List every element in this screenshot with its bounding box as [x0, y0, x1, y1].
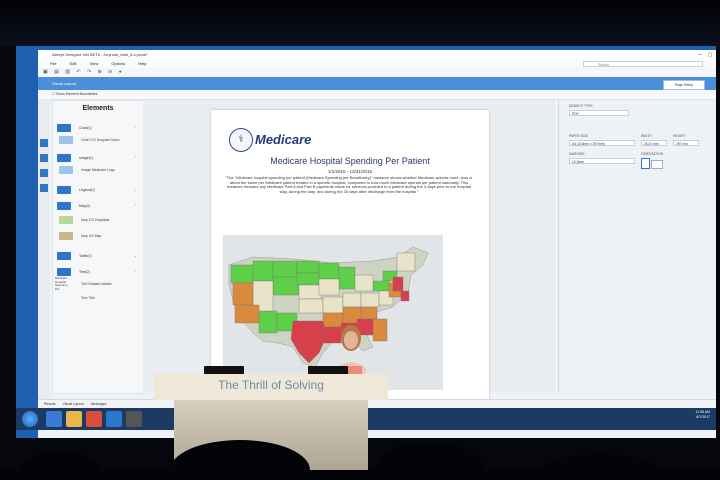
element-group-image[interactable]: Image(1) ⌃ [57, 153, 139, 163]
margins-label: MARGINS [569, 152, 585, 156]
chart-thumb-icon [59, 136, 73, 144]
medicare-logo-text: Medicare [255, 132, 312, 147]
tab-visual-layout[interactable]: Visual Layout [63, 402, 84, 406]
width-field[interactable]: 210.0 mm [641, 140, 667, 146]
logo-thumb-icon [59, 166, 73, 174]
width-label: WIDTH [641, 134, 652, 138]
image-icon [57, 154, 71, 162]
report-title[interactable]: Medicare Hospital Spending Per Patient [211, 156, 489, 166]
density-type-label: DENSITY TYPE [569, 104, 593, 108]
map-thumb-icon [59, 232, 73, 240]
map-icon [57, 202, 71, 210]
zoom-in-icon[interactable]: ⊕ [98, 69, 102, 75]
alteryx-icon[interactable] [106, 411, 122, 427]
show-boundaries-label: Show Element Boundaries [56, 92, 98, 96]
properties-panel: DENSITY TYPE PDF PAPER SIZE A4 (210mm x … [558, 100, 716, 392]
page-setup-button[interactable]: Page Setup [663, 80, 705, 90]
element-group-legend[interactable]: Legend(1) ⌄ [57, 185, 139, 195]
search-input[interactable]: Search [583, 61, 703, 67]
boundaries-bar: ☐ Show Element Boundaries [38, 90, 716, 100]
checkbox-icon[interactable]: ☐ [52, 92, 55, 96]
side-label: Medicare Hospital Spending Per [55, 276, 68, 291]
element-item[interactable]: Map CO Hospitals [59, 215, 139, 225]
tool-icon[interactable] [40, 184, 48, 192]
element-group-table[interactable]: Table(4) ⌄ [57, 251, 139, 261]
clock-date: 6/7/2017 [696, 415, 710, 419]
menu-options[interactable]: Options [111, 61, 125, 66]
table-icon [57, 252, 71, 260]
height-label: HEIGHT [673, 134, 686, 138]
portrait-icon[interactable] [641, 158, 650, 169]
legend-icon [57, 186, 71, 194]
elements-panel: Elements Chart(1) ⌃ Chart CO Hospital Sco… [52, 100, 144, 394]
app-icon[interactable] [126, 411, 142, 427]
tool-icon[interactable] [40, 154, 48, 162]
paper-size-select[interactable]: A4 (210mm x 297mm) [569, 140, 635, 146]
save-icon[interactable]: ▥ [65, 69, 70, 75]
element-item[interactable]: Text Dataset details [59, 279, 139, 289]
element-group-chart[interactable]: Chart(1) ⌃ [57, 123, 139, 133]
system-tray[interactable]: 11:58 AM 6/7/2017 [640, 410, 710, 420]
window-title: Alteryx Designer x64 BETA - Keynote_blah… [52, 52, 148, 57]
open-icon[interactable]: ▤ [54, 69, 59, 75]
element-item[interactable]: Text Title [59, 293, 139, 303]
visual-layout-ribbon: Visual Layout Page Setup [38, 77, 716, 90]
tool-icon[interactable] [40, 169, 48, 177]
chrome-icon[interactable] [86, 411, 102, 427]
tab-messages[interactable]: Messages [91, 402, 107, 406]
element-group-text[interactable]: Text(2) ⌃ [57, 267, 139, 277]
menu-view[interactable]: View [90, 61, 99, 66]
audience [0, 440, 720, 480]
landscape-icon[interactable] [651, 160, 663, 169]
zoom-out-icon[interactable]: ⊖ [108, 69, 112, 75]
window-controls[interactable]: — ▢ ✕ [697, 50, 716, 60]
element-group-map[interactable]: Map(2) ⌃ [57, 201, 139, 211]
stage-background [0, 0, 720, 46]
start-icon[interactable] [22, 411, 38, 427]
hhs-logo-icon: ⚕ [229, 128, 253, 152]
tool-icon[interactable] [40, 139, 48, 147]
height-field[interactable]: 297 mm [673, 140, 699, 146]
chart-icon [57, 124, 71, 132]
elements-title: Elements [82, 105, 114, 112]
redo-icon[interactable]: ↷ [87, 69, 91, 75]
ribbon-label: Visual Layout [52, 81, 76, 86]
menu-file[interactable]: File [50, 61, 56, 66]
new-icon[interactable]: ▣ [43, 69, 48, 75]
report-description[interactable]: "The "Medicare hospital spending per pat… [223, 175, 475, 195]
folder-icon[interactable] [66, 411, 82, 427]
menu-edit[interactable]: Edit [70, 61, 77, 66]
element-item[interactable]: Map US Map [59, 231, 139, 241]
density-type-select[interactable]: PDF [569, 110, 629, 116]
map-thumb-icon [59, 216, 73, 224]
margins-select[interactable]: 10.0mm [569, 158, 635, 164]
undo-icon[interactable]: ↶ [76, 69, 80, 75]
tab-results[interactable]: Results [44, 402, 56, 406]
paper-size-label: PAPER SIZE [569, 134, 589, 138]
report-dates: 1/1/2015 - 12/31/2015 [327, 169, 373, 174]
menu-help[interactable]: Help [138, 61, 146, 66]
podium-text: The Thrill of Solving [218, 378, 324, 392]
text-icon [57, 268, 71, 276]
element-item[interactable]: Chart CO Hospital Score [59, 135, 139, 145]
ie-icon[interactable] [46, 411, 62, 427]
orientation-label: ORIENTATION [641, 152, 664, 156]
element-item[interactable]: Image Medicare Logo [59, 165, 139, 175]
run-icon[interactable]: ● [119, 69, 122, 75]
tool-strip [38, 99, 50, 399]
